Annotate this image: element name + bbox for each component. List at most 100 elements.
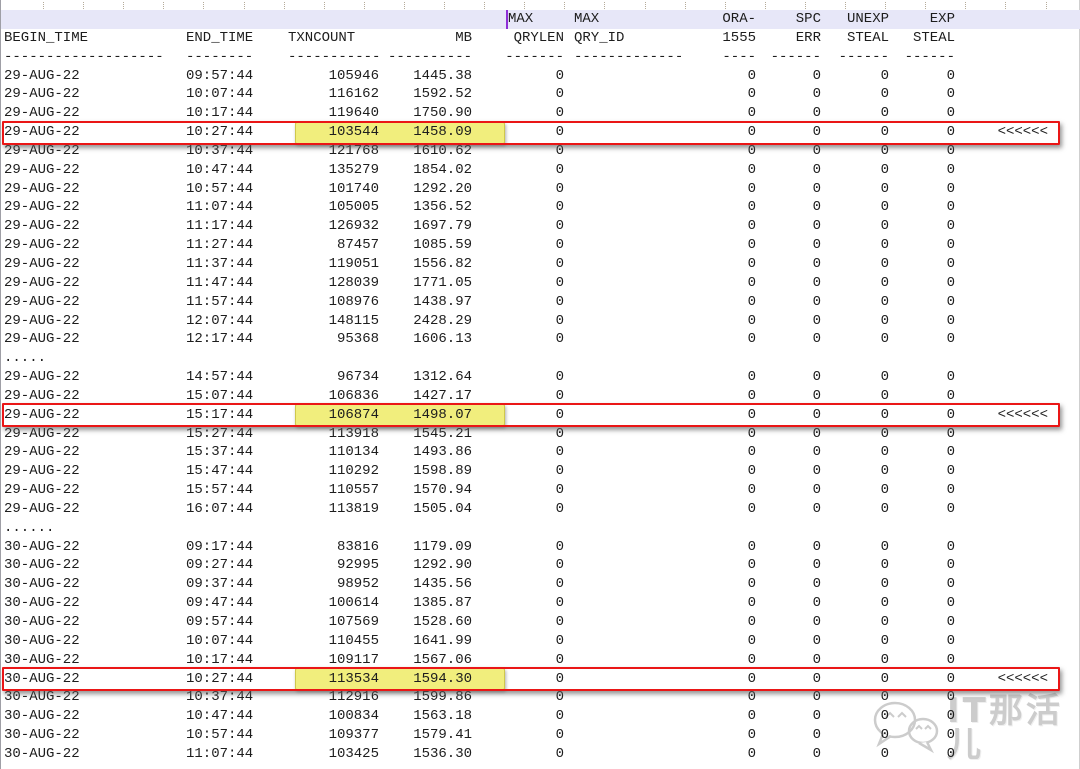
row22-cell-4: 0 — [555, 482, 564, 499]
row10-cell-0: 29-AUG-22 — [4, 255, 80, 272]
row9-cell-0: 29-AUG-22 — [4, 237, 80, 254]
table-row: 29-AUG-22 14:57:44 96734 1312.64 0 0 0 0 0 — [2, 368, 1080, 387]
row32-cell-6: 0 — [747, 670, 756, 687]
table-row: 30-AUG-22 09:27:44 92995 1292.90 0 0 0 0 0 — [2, 556, 1080, 575]
row17-cell-9: 0 — [946, 387, 955, 404]
table-row: 30-AUG-22 10:57:44 109377 1579.41 0 0 0 0 0 — [2, 726, 1080, 745]
row4-cell-7: 0 — [812, 142, 821, 159]
table-row: 30-AUG-22 10:07:44 110455 1641.99 0 0 0 0 0 — [2, 632, 1080, 651]
editor-text-area[interactable]: MAX MAX ORA- SPC UNEXP EXP BEGIN_TIME END_TIME… — [0, 0, 1080, 769]
row10-cell-8: 0 — [880, 255, 889, 272]
header-row-1: MAX MAX ORA- SPC UNEXP EXP — [1, 10, 1080, 29]
row22-cell-3: 1570.94 — [413, 482, 472, 499]
row29-cell-1: 09:57:44 — [186, 614, 254, 630]
row5-cell-7: 0 — [812, 161, 821, 178]
row23-cell-9: 0 — [946, 500, 955, 517]
row15-cell-0: ..... — [4, 350, 47, 367]
row15-cell-6 — [687, 349, 756, 368]
row16-cell-10 — [957, 368, 1063, 387]
row16-cell-2: 96734 — [336, 369, 379, 386]
row35-cell-6: 0 — [747, 727, 756, 744]
row30-cell-1: 10:07:44 — [186, 632, 254, 649]
row34-cell-5 — [566, 707, 687, 726]
row12-cell-10 — [957, 293, 1063, 312]
row8-cell-10 — [957, 217, 1063, 236]
row14-cell-7: 0 — [812, 331, 821, 348]
row22-cell-5 — [566, 481, 687, 500]
row27-cell-9: 0 — [946, 576, 955, 593]
row14-cell-3: 1606.13 — [413, 331, 472, 348]
row35-cell-9: 0 — [946, 727, 955, 744]
row18-cell-0: 29-AUG-22 — [4, 406, 80, 423]
row31-cell-3: 1567.06 — [413, 651, 472, 668]
row29-cell-7: 0 — [812, 614, 821, 630]
row8-cell-4: 0 — [555, 218, 564, 235]
row24-cell-9 — [890, 519, 957, 538]
row8-cell-9: 0 — [946, 218, 955, 235]
row32-cell-10: <<<<<< — [997, 670, 1048, 687]
row16-cell-6: 0 — [747, 369, 756, 386]
row8-cell-1: 11:17:44 — [186, 218, 254, 235]
header2-cell-9: STEAL — [912, 29, 955, 46]
row12-cell-0: 29-AUG-22 — [4, 293, 80, 310]
header-row-2: BEGIN_TIME END_TIME TXNCOUNT MB QRYLEN QRY_ID… — [2, 29, 1080, 48]
row31-cell-6: 0 — [747, 651, 756, 668]
row25-cell-1: 09:17:44 — [186, 538, 254, 555]
row14-cell-4: 0 — [555, 331, 564, 348]
row7-cell-6: 0 — [747, 199, 756, 216]
row8-cell-0: 29-AUG-22 — [4, 218, 80, 235]
separator-cell-10 — [957, 48, 1063, 67]
separator-cell-4: ------- — [505, 48, 564, 65]
row18-cell-3: 1498.07 — [413, 406, 472, 423]
row17-cell-6: 0 — [747, 387, 756, 404]
row9-cell-10 — [957, 236, 1063, 255]
row17-cell-0: 29-AUG-22 — [4, 387, 80, 404]
row14-cell-8: 0 — [880, 331, 889, 348]
row36-cell-10 — [957, 745, 1063, 764]
row35-cell-8: 0 — [880, 727, 889, 744]
row4-cell-10 — [957, 142, 1063, 161]
row36-cell-6: 0 — [747, 745, 756, 762]
row0-cell-5 — [566, 67, 687, 86]
table-row: 29-AUG-22 11:27:44 87457 1085.59 0 0 0 0 0 — [2, 236, 1080, 255]
row30-cell-0: 30-AUG-22 — [4, 632, 80, 649]
row29-cell-4: 0 — [555, 614, 564, 630]
row6-cell-6: 0 — [747, 180, 756, 197]
row29-cell-6: 0 — [747, 614, 756, 630]
row30-cell-6: 0 — [747, 632, 756, 649]
row25-cell-8: 0 — [880, 538, 889, 555]
row20-cell-1: 15:37:44 — [186, 444, 254, 461]
row27-cell-10 — [957, 575, 1063, 594]
row11-cell-9: 0 — [946, 274, 955, 291]
table-row: 29-AUG-22 15:07:44 106836 1427.17 0 0 0 0 0 — [2, 387, 1080, 406]
header2-cell-8: STEAL — [846, 29, 889, 46]
row30-cell-8: 0 — [880, 632, 889, 649]
row23-cell-5 — [566, 500, 687, 519]
row15-cell-1 — [186, 349, 288, 368]
row13-cell-5 — [566, 312, 687, 331]
row29-cell-2: 107569 — [328, 614, 379, 630]
table-row: 30-AUG-22 11:07:44 103425 1536.30 0 0 0 0 0 — [2, 745, 1080, 764]
table-row: 30-AUG-22 09:17:44 83816 1179.09 0 0 0 0 0 — [2, 538, 1080, 557]
row21-cell-1: 15:47:44 — [186, 463, 254, 480]
header1-cell-4: MAX — [508, 11, 534, 27]
row21-cell-7: 0 — [812, 463, 821, 480]
row20-cell-5 — [566, 443, 687, 462]
row0-cell-7: 0 — [812, 67, 821, 84]
row12-cell-9: 0 — [946, 293, 955, 310]
header1-cell-6: ORA- — [722, 11, 756, 27]
table-row: 29-AUG-22 16:07:44 113819 1505.04 0 0 0 0 0 — [2, 500, 1080, 519]
text-cursor — [506, 10, 508, 29]
row0-cell-1: 09:57:44 — [186, 67, 254, 84]
row36-cell-9: 0 — [946, 745, 955, 762]
row32-cell-3: 1594.30 — [413, 670, 472, 687]
separator-cell-9: ------ — [904, 48, 955, 65]
row34-cell-0: 30-AUG-22 — [4, 708, 80, 725]
row34-cell-6: 0 — [747, 708, 756, 725]
row10-cell-6: 0 — [747, 255, 756, 272]
row32-cell-9: 0 — [946, 670, 955, 687]
row24-cell-4 — [474, 519, 566, 538]
row19-cell-9: 0 — [946, 425, 955, 442]
row31-cell-5 — [566, 651, 687, 670]
row25-cell-0: 30-AUG-22 — [4, 538, 80, 555]
